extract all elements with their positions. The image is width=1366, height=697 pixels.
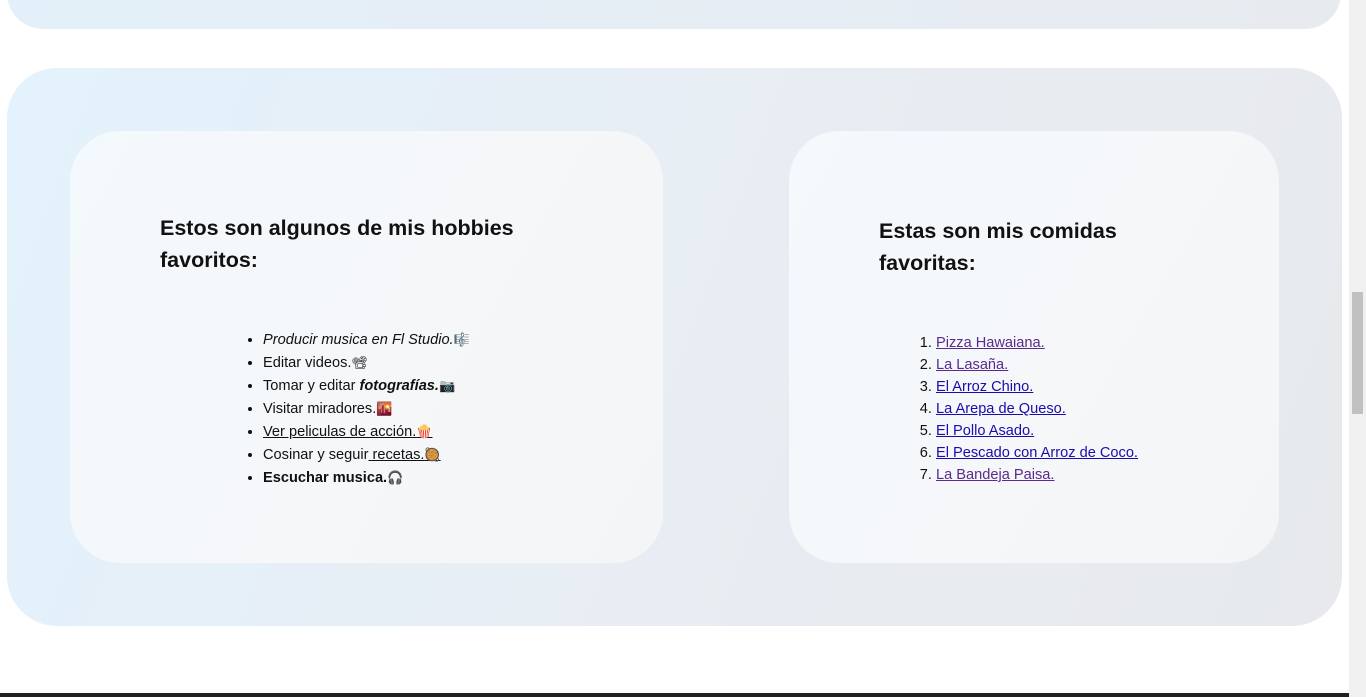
- list-item: El Pollo Asado.: [936, 420, 1138, 442]
- hobbies-card: Estos son algunos de mis hobbies favorit…: [70, 131, 663, 563]
- favorites-section: Estos son algunos de mis hobbies favorit…: [7, 68, 1342, 626]
- cooking-pot-icon: 🥘: [424, 448, 441, 463]
- music-score-icon: 🎼: [453, 333, 470, 348]
- popcorn-icon: 🍿: [416, 425, 433, 440]
- list-item: El Arroz Chino.: [936, 376, 1138, 398]
- headphones-icon: 🎧: [387, 471, 404, 486]
- food-link-pollo[interactable]: El Pollo Asado.: [936, 423, 1034, 439]
- hobbies-list: Producir musica en Fl Studio.🎼 Editar vi…: [263, 329, 470, 490]
- hobby-text: fotografías.: [359, 378, 439, 394]
- list-item: El Pescado con Arroz de Coco.: [936, 442, 1138, 464]
- hobby-text: Escuchar musica.: [263, 470, 388, 486]
- hobby-prefix: Cosinar y seguir: [263, 447, 369, 463]
- list-item: Escuchar musica.🎧: [263, 467, 470, 490]
- previous-section-card: [7, 0, 1341, 29]
- food-link-arepa[interactable]: La Arepa de Queso.: [936, 401, 1066, 417]
- foods-list: Pizza Hawaiana. La Lasaña. El Arroz Chin…: [936, 332, 1138, 486]
- list-item: Ver peliculas de acción.🍿: [263, 421, 470, 444]
- list-item: La Arepa de Queso.: [936, 398, 1138, 420]
- city-sunset-icon: 🌇: [376, 402, 393, 417]
- hobby-text: Producir musica en Fl Studio.: [263, 332, 454, 348]
- foods-card: Estas son mis comidas favoritas: Pizza H…: [789, 131, 1279, 563]
- list-item: Pizza Hawaiana.: [936, 332, 1138, 354]
- hobby-text: Ver peliculas de acción.: [263, 424, 417, 440]
- food-link-lasagna[interactable]: La Lasaña.: [936, 357, 1008, 373]
- foods-title: Estas son mis comidas favoritas:: [879, 219, 1117, 275]
- vertical-scrollbar[interactable]: [1349, 0, 1366, 697]
- film-projector-icon: 📽: [351, 356, 368, 371]
- hobby-text: recetas.: [368, 447, 425, 463]
- camera-icon: 📷: [438, 379, 456, 394]
- hobby-text: Editar videos.: [263, 355, 352, 371]
- hobby-prefix: Tomar y editar: [263, 378, 360, 394]
- food-link-bandeja[interactable]: La Bandeja Paisa.: [936, 467, 1054, 483]
- list-item: Cosinar y seguir recetas.🥘: [263, 444, 470, 467]
- list-item: Tomar y editar fotografías.📷: [263, 375, 470, 398]
- food-link-pescado[interactable]: El Pescado con Arroz de Coco.: [936, 445, 1138, 461]
- list-item: La Bandeja Paisa.: [936, 464, 1138, 486]
- hobby-text: Visitar miradores.: [263, 401, 377, 417]
- list-item: La Lasaña.: [936, 354, 1138, 376]
- list-item: Producir musica en Fl Studio.🎼: [263, 329, 470, 352]
- scrollbar-thumb[interactable]: [1352, 292, 1363, 414]
- food-link-arroz-chino[interactable]: El Arroz Chino.: [936, 379, 1033, 395]
- list-item: Editar videos.📽: [263, 352, 470, 375]
- list-item: Visitar miradores.🌇: [263, 398, 470, 421]
- food-link-pizza[interactable]: Pizza Hawaiana.: [936, 335, 1045, 351]
- hobbies-title: Estos son algunos de mis hobbies favorit…: [160, 216, 514, 272]
- window-bottom-edge: [0, 693, 1349, 697]
